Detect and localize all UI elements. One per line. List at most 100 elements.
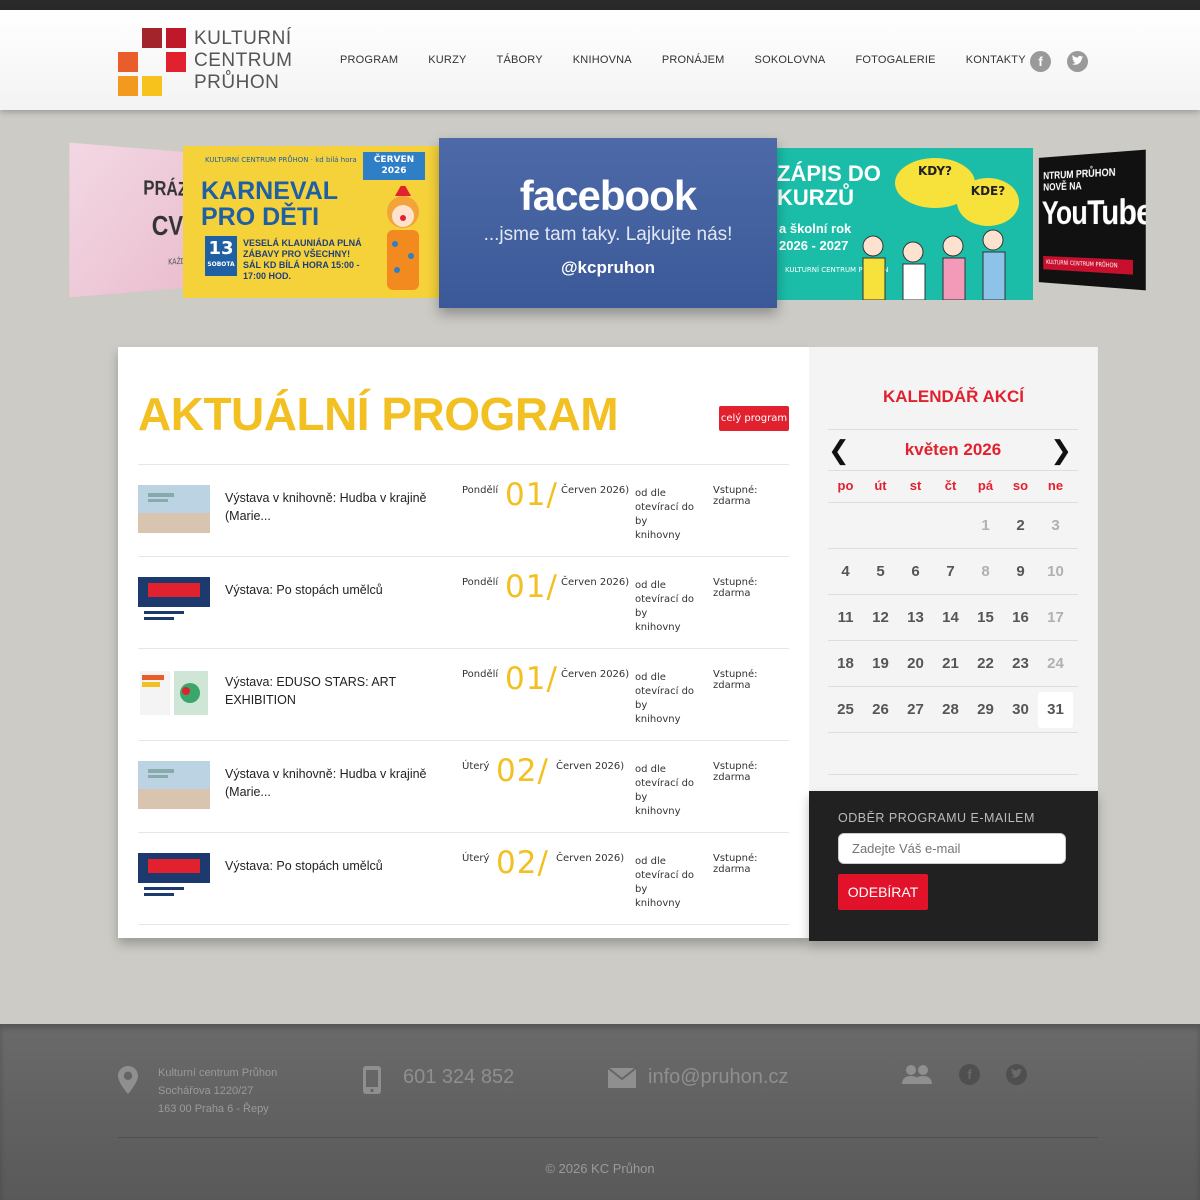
event-weekday: Úterý	[462, 761, 490, 772]
calendar-day[interactable]: 21	[933, 641, 968, 686]
logo-square	[142, 76, 162, 96]
calendar-day[interactable]: 31	[1038, 692, 1073, 728]
calendar-day[interactable]: 12	[863, 595, 898, 640]
calendar-day[interactable]: 14	[933, 595, 968, 640]
event-thumbnail[interactable]	[138, 577, 210, 625]
calendar-day[interactable]: 29	[968, 687, 1003, 732]
calendar-week-row: 4 5 6 7 8 9 10	[828, 549, 1078, 595]
event-day-number: 02/	[496, 845, 549, 881]
calendar-empty-cell	[933, 503, 968, 548]
subscribe-button[interactable]: ODEBÍRAT	[838, 874, 928, 910]
event-title[interactable]: Výstava: Po stopách umělců	[225, 857, 455, 875]
calendar-day[interactable]: 10	[1038, 549, 1073, 594]
calendar-day[interactable]: 16	[1003, 595, 1038, 640]
calendar-day[interactable]: 19	[863, 641, 898, 686]
carousel-slide-karneval[interactable]: KULTURNÍ CENTRUM PRŮHON · kd bílá hora Č…	[183, 146, 441, 298]
logo-square	[118, 76, 138, 96]
users-icon[interactable]	[902, 1064, 932, 1086]
slide-title: KARNEVAL PRO DĚTI	[201, 177, 339, 231]
location-pin-icon	[118, 1066, 138, 1094]
calendar-day[interactable]: 3	[1038, 503, 1073, 548]
carousel-slide-zapis[interactable]: ZÁPIS DO KURZŮ a školní rok 2026 - 2027 …	[777, 148, 1033, 300]
event-title[interactable]: Výstava: EDUSO STARS: ART EXHIBITION	[225, 673, 455, 709]
calendar-day[interactable]: 1	[968, 503, 1003, 548]
calendar-day[interactable]: 5	[863, 549, 898, 594]
calendar-day[interactable]: 2	[1003, 503, 1038, 548]
calendar-day[interactable]: 27	[898, 687, 933, 732]
footer-phone[interactable]: 601 324 852	[403, 1066, 514, 1089]
event-thumbnail[interactable]	[138, 853, 210, 901]
calendar-month-label: květen 2026	[904, 440, 1002, 459]
footer-email[interactable]: info@pruhon.cz	[648, 1066, 788, 1089]
all-program-button[interactable]: celý program	[719, 406, 789, 431]
event-price: Vstupné: zdarma	[713, 669, 758, 691]
event-row[interactable]: Výstava v knihovně: Hudba v krajině (Mar…	[138, 741, 789, 833]
calendar-day[interactable]: 11	[828, 595, 863, 640]
chevron-right-icon[interactable]: ❯	[1050, 436, 1072, 466]
calendar-weekday: st	[909, 478, 922, 493]
event-row[interactable]: Výstava: Po stopách umělců Úterý 02/Červen…	[138, 833, 789, 925]
calendar-day[interactable]: 24	[1038, 641, 1073, 686]
calendar-day[interactable]: 8	[968, 549, 1003, 594]
twitter-icon[interactable]	[1067, 51, 1088, 72]
calendar-day[interactable]: 22	[968, 641, 1003, 686]
event-title[interactable]: Výstava v knihovně: Hudba v krajině (Mar…	[225, 765, 455, 801]
nav-item-kontakty[interactable]: KONTAKTY	[966, 54, 1026, 66]
calendar-day[interactable]: 18	[828, 641, 863, 686]
nav-item-pronajem[interactable]: PRONÁJEM	[662, 54, 725, 66]
event-row[interactable]: Výstava: Po stopách umělců Pondělí 01/Červ…	[138, 557, 789, 649]
calendar-month-nav: ❮ květen 2026 ❯	[828, 429, 1078, 471]
site-logo[interactable]: KULTURNÍ CENTRUM PRŮHON	[118, 28, 298, 98]
carousel-slide-youtube[interactable]: NTRUM PRŮHON NOVĚ NA YouTube KULTURNÍ CE…	[1038, 149, 1146, 291]
event-place: od dle otevírací do by knihovny	[635, 580, 695, 633]
calendar-day[interactable]: 20	[898, 641, 933, 686]
nav-item-tabory[interactable]: TÁBORY	[497, 54, 543, 66]
calendar-weekday: po	[837, 478, 854, 493]
event-row[interactable]: Výstava: EDUSO STARS: ART EXHIBITION Pond…	[138, 649, 789, 741]
event-title[interactable]: Výstava: Po stopách umělců	[225, 581, 455, 599]
nav-item-sokolovna[interactable]: SOKOLOVNA	[755, 54, 826, 66]
calendar-day[interactable]: 25	[828, 687, 863, 732]
event-place: od dle otevírací do by knihovny	[635, 764, 695, 817]
slide-title: ZÁPIS DO KURZŮ	[777, 161, 881, 210]
newsletter-box: ODBĚR PROGRAMU E-MAILEM ODEBÍRAT	[809, 791, 1098, 941]
event-place: od dle otevírací do by knihovny	[635, 488, 695, 541]
event-thumbnail[interactable]	[138, 761, 210, 809]
event-place: od dle otevírací do by knihovny	[635, 672, 695, 725]
calendar-day[interactable]: 28	[933, 687, 968, 732]
event-weekday: Úterý	[462, 853, 490, 864]
calendar-day[interactable]: 26	[863, 687, 898, 732]
calendar-day[interactable]: 7	[933, 549, 968, 594]
event-thumbnail[interactable]	[138, 485, 210, 533]
calendar-day[interactable]: 15	[968, 595, 1003, 640]
event-calendar: KALENDÁŘ AKCÍ ❮ květen 2026 ❯ po út st čt pá…	[809, 347, 1098, 791]
event-weekday: Pondělí	[462, 485, 499, 496]
facebook-icon[interactable]: f	[1030, 51, 1051, 72]
calendar-day[interactable]: 4	[828, 549, 863, 594]
nav-item-kurzy[interactable]: KURZY	[428, 54, 466, 66]
newsletter-email-input[interactable]	[838, 833, 1066, 864]
slide-subtitle: a školní rok 2026 - 2027	[779, 221, 852, 253]
calendar-day[interactable]: 23	[1003, 641, 1038, 686]
event-weekday: Pondělí	[462, 577, 499, 588]
calendar-day[interactable]: 17	[1038, 595, 1073, 640]
slide-subtitle: NTRUM PRŮHON NOVĚ NA	[1043, 166, 1116, 194]
envelope-icon	[608, 1068, 636, 1088]
calendar-day[interactable]: 6	[898, 549, 933, 594]
facebook-icon[interactable]: f	[959, 1064, 980, 1085]
nav-item-program[interactable]: PROGRAM	[340, 54, 398, 66]
calendar-day[interactable]: 13	[898, 595, 933, 640]
event-title[interactable]: Výstava v knihovně: Hudba v krajině (Mar…	[225, 489, 455, 525]
carousel-slide-facebook[interactable]: facebook ...jsme tam taky. Lajkujte nás!…	[439, 138, 777, 308]
nav-item-knihovna[interactable]: KNIHOVNA	[573, 54, 632, 66]
twitter-icon[interactable]	[1006, 1064, 1027, 1085]
nav-item-fotogalerie[interactable]: FOTOGALERIE	[855, 54, 935, 66]
slide-org: KULTURNÍ CENTRUM PRŮHON · kd bílá hora	[205, 156, 357, 164]
calendar-day[interactable]: 30	[1003, 687, 1038, 732]
calendar-day[interactable]: 9	[1003, 549, 1038, 594]
newsletter-label: ODBĚR PROGRAMU E-MAILEM	[838, 811, 1035, 825]
page-title: AKTUÁLNÍ PROGRAM	[138, 388, 619, 440]
event-row[interactable]: Výstava v knihovně: Hudba v krajině (Mar…	[138, 465, 789, 557]
event-thumbnail[interactable]	[138, 669, 210, 717]
clown-illustration	[387, 186, 419, 290]
